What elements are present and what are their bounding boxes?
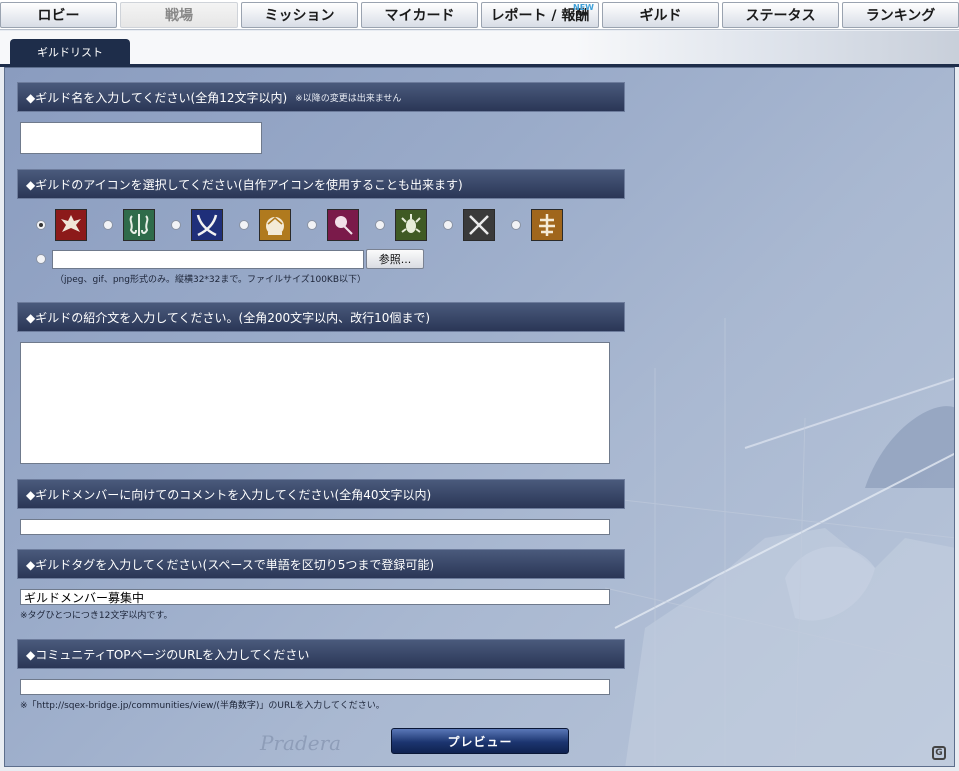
icon-radio-3[interactable] — [171, 220, 181, 230]
tab-label: マイカード — [384, 8, 455, 24]
tab-battlefield[interactable]: 戦場 — [120, 2, 238, 28]
community-url-hint: ※「http://sqex-bridge.jp/communities/view… — [20, 701, 385, 711]
tab-ranking[interactable]: ランキング — [842, 2, 959, 28]
tab-label: ロビー — [37, 8, 80, 24]
sub-nav: ギルドリスト — [0, 31, 959, 65]
heading-text: ◆ギルドタグを入力してください(スペースで単語を区切り5つまで登録可能) — [26, 557, 435, 572]
new-badge: NEW — [573, 3, 594, 12]
tab-guild-list[interactable]: ギルドリスト — [10, 39, 130, 65]
guild-icon-heading: ◆ギルドのアイコンを選択してください(自作アイコンを使用することも出来ます) — [17, 169, 625, 199]
crossed-blades-icon[interactable] — [463, 209, 495, 241]
icon-radio-custom[interactable] — [36, 254, 46, 264]
community-url-heading: ◆コミュニティTOPページのURLを入力してください — [17, 639, 625, 669]
icon-radio-6[interactable] — [375, 220, 385, 230]
icon-radio-2[interactable] — [103, 220, 113, 230]
rose-icon[interactable] — [327, 209, 359, 241]
tab-label: ランキング — [865, 8, 936, 24]
tab-label: ギルドリスト — [37, 46, 103, 59]
guild-name-input[interactable] — [20, 122, 262, 154]
tags-hint: ※タグひとつにつき12文字以内です。 — [20, 611, 173, 621]
tab-my-card[interactable]: マイカード — [361, 2, 478, 28]
heading-text: ◆ギルド名を入力してください(全角12文字以内) — [26, 90, 288, 105]
site-logo-icon: G — [932, 746, 946, 760]
icon-radio-5[interactable] — [307, 220, 317, 230]
tab-report[interactable]: レポート / 報酬 NEW — [481, 2, 599, 28]
heading-text: ◆ギルドのアイコンを選択してください(自作アイコンを使用することも出来ます) — [26, 177, 463, 192]
community-url-input[interactable] — [20, 679, 610, 695]
intro-heading: ◆ギルドの紹介文を入力してください。(全角200文字以内、改行10個まで) — [17, 302, 625, 332]
tags-heading: ◆ギルドタグを入力してください(スペースで単語を区切り5つまで登録可能) — [17, 549, 625, 579]
intro-textarea[interactable] — [20, 342, 610, 464]
browse-button[interactable]: 参照... — [366, 249, 424, 269]
heading-text: ◆ギルドの紹介文を入力してください。(全角200文字以内、改行10個まで) — [26, 310, 431, 325]
crown-icon[interactable] — [259, 209, 291, 241]
tab-label: ギルド — [639, 8, 682, 24]
tab-guild[interactable]: ギルド — [602, 2, 719, 28]
tab-label: ミッション — [264, 8, 335, 24]
map-watermark: Pradera — [259, 731, 341, 755]
icon-radio-1[interactable] — [36, 220, 46, 230]
heading-note: ※以降の変更は出来ません — [295, 93, 402, 104]
member-comment-heading: ◆ギルドメンバーに向けてのコメントを入力してください(全角40文字以内) — [17, 479, 625, 509]
seahorse-crest-icon[interactable] — [123, 209, 155, 241]
icon-radio-8[interactable] — [511, 220, 521, 230]
icon-radio-4[interactable] — [239, 220, 249, 230]
crossed-swords-icon[interactable] — [191, 209, 223, 241]
tab-mission[interactable]: ミッション — [241, 2, 358, 28]
heading-text: ◆ギルドメンバーに向けてのコメントを入力してください(全角40文字以内) — [26, 487, 432, 502]
preview-button[interactable]: プレビュー — [391, 728, 569, 754]
top-nav: ロビー 戦場 ミッション マイカード レポート / 報酬 NEW ギルド ステータ… — [0, 0, 959, 30]
tags-input[interactable]: ギルドメンバー募集中 — [20, 589, 610, 605]
member-comment-input[interactable] — [20, 519, 610, 535]
tab-label: ステータス — [745, 8, 816, 24]
tree-crest-icon[interactable] — [531, 209, 563, 241]
guild-form-panel: Pradera ◆ギルド名を入力してください(全角12文字以内) ※以降の変更は… — [4, 67, 955, 767]
icon-file-hint: （jpeg、gif、png形式のみ。縦横32*32まで。ファイルサイズ100KB… — [55, 275, 367, 285]
heading-text: ◆コミュニティTOPページのURLを入力してください — [26, 647, 310, 662]
tab-label: 戦場 — [165, 8, 193, 24]
icon-radio-7[interactable] — [443, 220, 453, 230]
scorpion-icon[interactable] — [395, 209, 427, 241]
tab-status[interactable]: ステータス — [722, 2, 839, 28]
icon-file-input[interactable] — [52, 250, 364, 269]
preview-label: プレビュー — [447, 734, 513, 749]
browse-label: 参照... — [378, 253, 412, 266]
eagle-crest-icon[interactable] — [55, 209, 87, 241]
tab-lobby[interactable]: ロビー — [0, 2, 117, 28]
guild-name-heading: ◆ギルド名を入力してください(全角12文字以内) ※以降の変更は出来ません — [17, 82, 625, 112]
